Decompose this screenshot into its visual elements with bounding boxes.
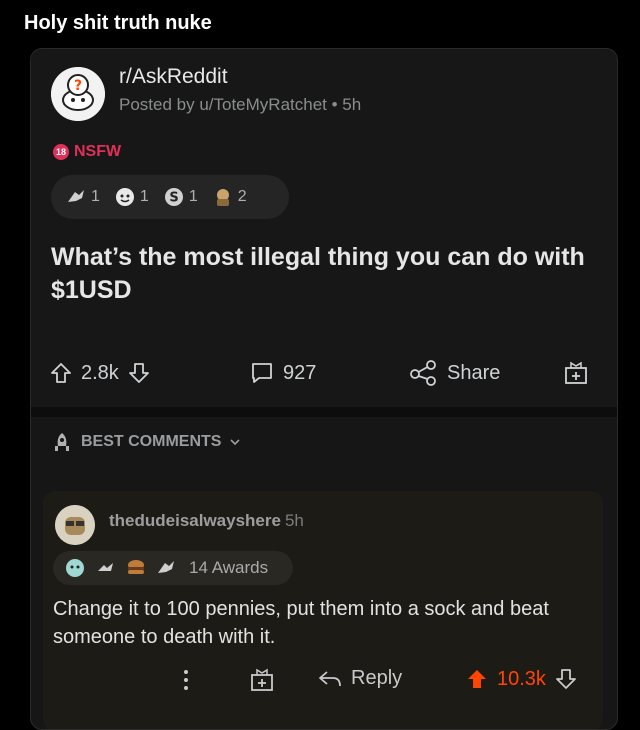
share-label: Share <box>447 361 501 384</box>
more-vertical-icon <box>184 670 188 690</box>
nsfw-label: NSFW <box>74 143 122 160</box>
post-caption: Holy shit truth nuke <box>24 12 212 34</box>
comment-sort-dropdown[interactable]: BEST COMMENTS <box>51 431 241 453</box>
awards-count: 14 Awards <box>189 558 269 577</box>
comment-time: 5h <box>284 511 304 530</box>
reply-label: Reply <box>351 667 403 689</box>
bird-award-icon <box>98 563 113 571</box>
award-count: 1 <box>91 188 100 205</box>
more-options-button[interactable] <box>181 667 191 693</box>
svg-text:S: S <box>169 191 178 206</box>
share-icon <box>410 360 436 386</box>
downvote-arrow-icon[interactable] <box>127 361 151 385</box>
nsfw-tag: 18 NSFW <box>53 143 121 161</box>
comment: thedudeisalwayshere 5h 14 Awards Change i… <box>43 491 603 729</box>
reddit-post-card: ? r/AskReddit Posted by u/ToteMyRatchet … <box>30 48 618 730</box>
sort-label: BEST COMMENTS <box>81 433 222 450</box>
comment-bubble-icon <box>252 363 272 383</box>
section-divider <box>31 407 617 417</box>
award-count: 2 <box>237 188 247 205</box>
award-count: 1 <box>139 188 149 205</box>
share-button[interactable]: Share <box>409 360 500 386</box>
award-count: 1 <box>188 188 198 205</box>
comment-vote-group: 10.3k <box>465 667 578 691</box>
subreddit-name[interactable]: r/AskReddit <box>119 65 228 89</box>
nsfw-18-icon: 18 <box>53 144 69 160</box>
comments-button[interactable]: 927 <box>249 360 316 386</box>
give-award-button[interactable] <box>563 360 589 386</box>
animated-award-icon <box>216 189 229 206</box>
post-actions-bar: 2.8k 927 Share <box>31 349 617 397</box>
downvote-arrow-icon[interactable] <box>554 667 578 691</box>
comment-award-button[interactable] <box>249 667 275 693</box>
comment-author[interactable]: thedudeisalwayshere 5h <box>109 511 304 531</box>
post-title[interactable]: What’s the most illegal thing you can do… <box>51 241 591 307</box>
comment-awards-bar[interactable]: 14 Awards <box>53 551 293 585</box>
subreddit-avatar[interactable]: ? <box>51 67 105 121</box>
post-section: ? r/AskReddit Posted by u/ToteMyRatchet … <box>31 49 617 407</box>
comment-username[interactable]: thedudeisalwayshere <box>109 511 281 530</box>
upvote-arrow-icon[interactable] <box>49 361 73 385</box>
reply-button[interactable]: Reply <box>317 667 402 690</box>
user-avatar[interactable] <box>55 505 95 545</box>
gift-icon <box>565 361 587 384</box>
post-awards-bar[interactable]: 1 1 S 1 2 <box>51 175 289 219</box>
chevron-down-icon <box>230 439 241 446</box>
post-score: 2.8k <box>81 361 119 384</box>
award-item: S 1 <box>163 186 198 208</box>
comment-count: 927 <box>283 361 317 384</box>
silver-award-icon <box>68 190 84 202</box>
rocket-icon <box>55 433 69 451</box>
wholesome-award-icon <box>115 188 134 206</box>
vote-group: 2.8k <box>49 361 151 385</box>
upvote-arrow-icon[interactable] <box>465 667 489 691</box>
helpful-award-icon <box>66 559 84 577</box>
svg-text:?: ? <box>74 78 82 94</box>
askreddit-icon: ? <box>51 67 105 121</box>
award-item: 1 <box>65 186 100 208</box>
silver-award-icon <box>158 561 174 573</box>
s-award-icon: S <box>164 188 183 206</box>
comment-body: Change it to 100 pennies, put them into … <box>53 598 549 648</box>
burger-award-icon <box>128 560 144 574</box>
posted-by-line[interactable]: Posted by u/ToteMyRatchet • 5h <box>119 95 361 115</box>
snoo-avatar-icon <box>55 505 95 545</box>
reply-arrow-icon <box>319 670 341 686</box>
award-item: 2 <box>212 186 247 208</box>
award-item: 1 <box>114 186 149 208</box>
comment-score: 10.3k <box>497 667 546 690</box>
gift-icon <box>251 668 273 691</box>
comment-actions-bar: Reply 10.3k <box>43 667 603 707</box>
